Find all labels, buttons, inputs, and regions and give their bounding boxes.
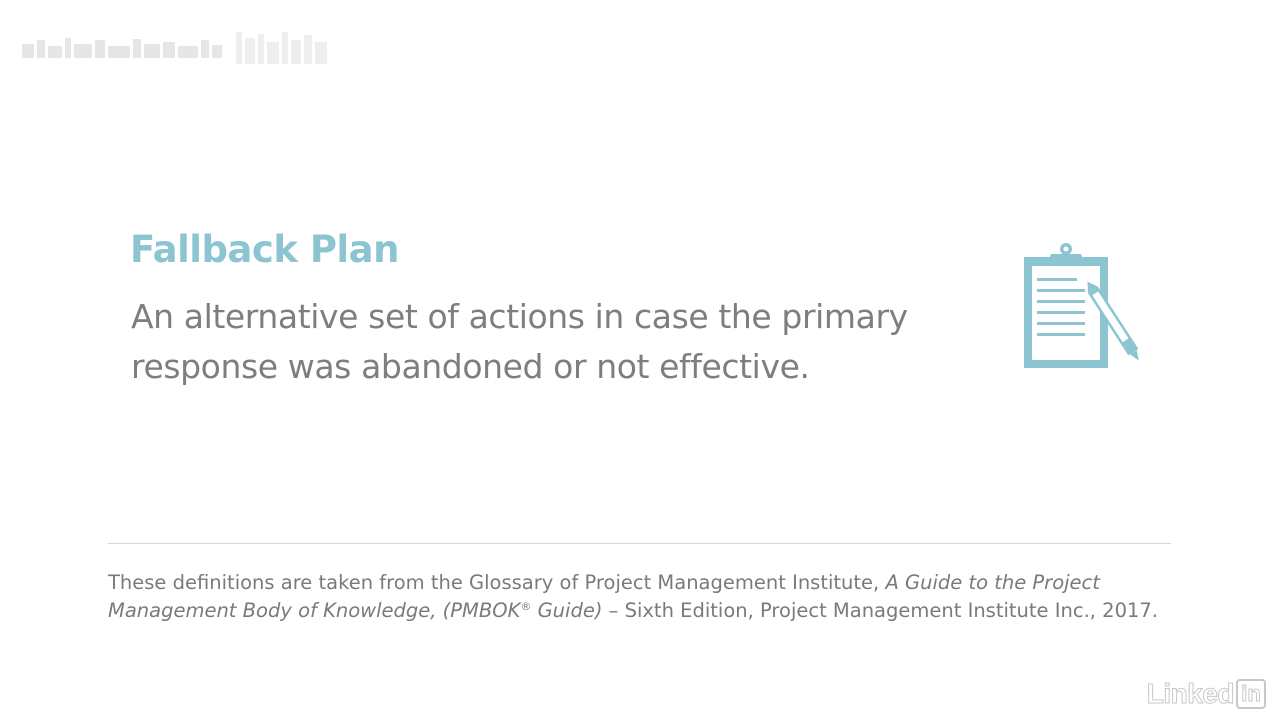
registered-mark: ® [520, 600, 532, 613]
citation-edition-details: – Sixth Edition, Project Management Inst… [602, 599, 1159, 622]
term-title: Fallback Plan [130, 228, 399, 271]
citation-book-title-part2: Guide) [531, 599, 603, 622]
divider [108, 543, 1171, 544]
linkedin-watermark: Linked in [1146, 678, 1266, 710]
faint-brand-logo-icon [22, 32, 327, 64]
slide: Fallback Plan An alternative set of acti… [0, 0, 1280, 720]
term-definition: An alternative set of actions in case th… [131, 297, 908, 386]
clipboard-pen-icon [1024, 243, 1139, 368]
citation: These definitions are taken from the Glo… [108, 569, 1168, 625]
watermark-text: Linked [1146, 678, 1235, 710]
watermark-box: in [1236, 679, 1266, 709]
citation-intro: These definitions are taken from the Glo… [108, 571, 886, 594]
